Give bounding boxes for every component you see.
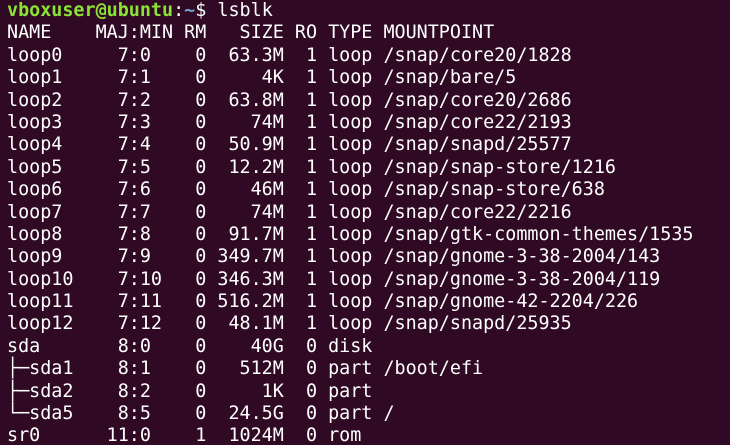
prompt-sign: $	[195, 0, 218, 21]
lsblk-row: loop9 7:9 0 349.7M 1 loop /snap/gnome-3-…	[7, 246, 661, 268]
lsblk-row: sda 8:0 0 40G 0 disk	[7, 335, 384, 357]
terminal-window[interactable]: vboxuser@ubuntu:~$ lsblk NAME MAJ:MIN RM…	[0, 0, 730, 445]
lsblk-row: loop4 7:4 0 50.9M 1 loop /snap/snapd/255…	[7, 134, 572, 156]
prompt-user-host: vboxuser@ubuntu	[7, 0, 174, 21]
lsblk-row: loop5 7:5 0 12.2M 1 loop /snap/snap-stor…	[7, 156, 616, 178]
lsblk-row: └─sda5 8:5 0 24.5G 0 part /	[7, 403, 395, 425]
lsblk-row: loop3 7:3 0 74M 1 loop /snap/core22/2193	[7, 111, 572, 133]
prompt-path: ~	[184, 0, 196, 21]
lsblk-row: loop7 7:7 0 74M 1 loop /snap/core22/2216	[7, 201, 572, 223]
prompt-line: vboxuser@ubuntu:~$ lsblk	[7, 0, 730, 22]
command-text: lsblk	[217, 0, 273, 21]
prompt-colon: :	[173, 0, 185, 21]
lsblk-output: loop0 7:0 0 63.3M 1 loop /snap/core20/18…	[7, 45, 730, 445]
lsblk-row: loop2 7:2 0 63.8M 1 loop /snap/core20/26…	[7, 89, 572, 111]
lsblk-row: loop11 7:11 0 516.2M 1 loop /snap/gnome-…	[7, 291, 639, 313]
lsblk-header: NAME MAJ:MIN RM SIZE RO TYPE MOUNTPOINT	[7, 22, 495, 44]
lsblk-row: ├─sda2 8:2 0 1K 0 part	[7, 380, 384, 402]
lsblk-row: loop10 7:10 0 346.3M 1 loop /snap/gnome-…	[7, 268, 661, 290]
lsblk-row: loop6 7:6 0 46M 1 loop /snap/snap-store/…	[7, 179, 605, 201]
lsblk-row: loop12 7:12 0 48.1M 1 loop /snap/snapd/2…	[7, 313, 572, 335]
lsblk-row: sr0 11:0 1 1024M 0 rom	[7, 425, 384, 445]
lsblk-row: loop8 7:8 0 91.7M 1 loop /snap/gtk-commo…	[7, 223, 694, 245]
lsblk-row: loop0 7:0 0 63.3M 1 loop /snap/core20/18…	[7, 44, 572, 66]
lsblk-row: ├─sda1 8:1 0 512M 0 part /boot/efi	[7, 358, 484, 380]
lsblk-row: loop1 7:1 0 4K 1 loop /snap/bare/5	[7, 67, 517, 89]
